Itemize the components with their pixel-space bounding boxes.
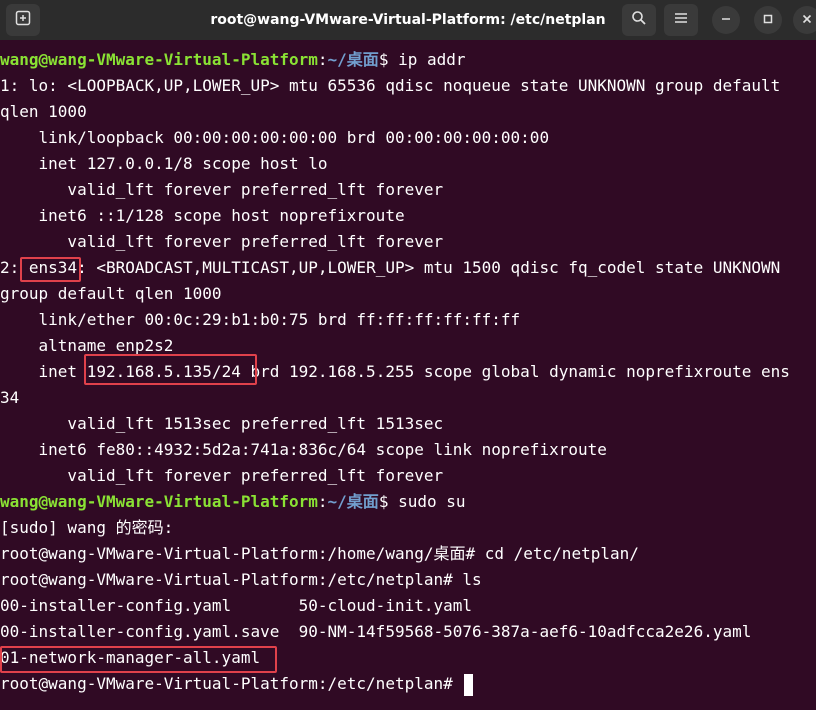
terminal-line: group default qlen 1000 [0, 284, 222, 303]
terminal-line: inet 127.0.0.1/8 scope host lo [0, 154, 328, 173]
terminal-line: inet6 fe80::4932:5d2a:741a:836c/64 scope… [0, 440, 607, 459]
close-button[interactable] [793, 6, 816, 34]
highlight-box-yaml-file [0, 646, 277, 673]
line-prefix: inet [0, 362, 87, 381]
text-cursor [464, 673, 474, 696]
minimize-button[interactable] [712, 6, 740, 34]
command-text: $ ip addr [378, 50, 466, 69]
terminal-line: wang@wang-VMware-Virtual-Platform:~/桌面$ … [0, 489, 466, 515]
new-tab-button[interactable] [6, 4, 40, 36]
terminal-window: root@wang-VMware-Virtual-Platform: /etc/… [0, 0, 816, 710]
prompt-colon: : [317, 492, 328, 511]
terminal-output[interactable]: wang@wang-VMware-Virtual-Platform:~/桌面$ … [0, 47, 816, 710]
terminal-line: [sudo] wang 的密码: [0, 518, 174, 537]
terminal-line: root@wang-VMware-Virtual-Platform:/etc/n… [0, 570, 482, 589]
terminal-line: 2: ens34: <BROADCAST,MULTICAST,UP,LOWER_… [0, 255, 780, 281]
prompt-path: ~/桌面 [327, 492, 379, 511]
highlight-box-ip-address [84, 354, 257, 385]
close-icon [802, 11, 812, 29]
line-suffix: : <BROADCAST,MULTICAST,UP,LOWER_UP> mtu … [77, 258, 781, 277]
hamburger-menu-icon [674, 11, 688, 29]
maximize-icon [763, 11, 773, 29]
maximize-button[interactable] [754, 6, 782, 34]
window-title: root@wang-VMware-Virtual-Platform: /etc/… [210, 12, 606, 28]
terminal-line: 00-installer-config.yaml 50-cloud-init.y… [0, 596, 473, 615]
terminal-line: 1: lo: <LOOPBACK,UP,LOWER_UP> mtu 65536 … [0, 76, 781, 95]
terminal-line: link/ether 00:0c:29:b1:b0:75 brd ff:ff:f… [0, 310, 521, 329]
line-suffix: brd 192.168.5.255 scope global dynamic n… [240, 362, 790, 381]
root-prompt: root@wang-VMware-Virtual-Platform:/etc/n… [0, 674, 463, 693]
command-text: $ sudo su [378, 492, 466, 511]
new-tab-icon [15, 10, 31, 31]
title-bar: root@wang-VMware-Virtual-Platform: /etc/… [0, 0, 816, 40]
terminal-line: valid_lft 1513sec preferred_lft 1513sec [0, 414, 444, 433]
prompt-user: wang@wang-VMware-Virtual-Platform [0, 492, 318, 511]
terminal-line: valid_lft forever preferred_lft forever [0, 232, 444, 251]
terminal-line: 00-installer-config.yaml.save 90-NM-14f5… [0, 622, 752, 641]
menu-button[interactable] [664, 4, 698, 36]
terminal-line: root@wang-VMware-Virtual-Platform:/home/… [0, 544, 639, 563]
terminal-line: valid_lft forever preferred_lft forever [0, 466, 444, 485]
terminal-line: wang@wang-VMware-Virtual-Platform:~/桌面$ … [0, 47, 466, 73]
terminal-line: link/loopback 00:00:00:00:00:00 brd 00:0… [0, 128, 550, 147]
search-button[interactable] [622, 4, 656, 36]
terminal-line: 34 [0, 388, 20, 407]
terminal-line: valid_lft forever preferred_lft forever [0, 180, 444, 199]
highlight-box-interface [20, 257, 81, 282]
terminal-line: qlen 1000 [0, 102, 87, 121]
terminal-line: inet6 ::1/128 scope host noprefixroute [0, 206, 405, 225]
minimize-icon [721, 11, 731, 29]
terminal-line: root@wang-VMware-Virtual-Platform:/etc/n… [0, 671, 474, 697]
search-icon [631, 10, 647, 31]
prompt-user: wang@wang-VMware-Virtual-Platform [0, 50, 318, 69]
prompt-colon: : [317, 50, 328, 69]
prompt-path: ~/桌面 [327, 50, 379, 69]
